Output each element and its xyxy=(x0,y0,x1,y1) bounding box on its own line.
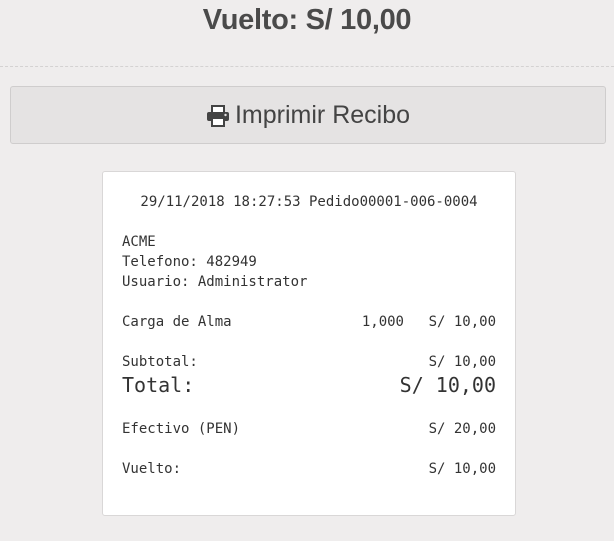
receipt-header: 29/11/2018 18:27:53 Pedido00001-006-0004 xyxy=(103,192,515,212)
receipt-item-quantity: 1,000 xyxy=(361,314,404,330)
printer-icon xyxy=(206,104,230,127)
receipt-total-label: Total: xyxy=(122,373,195,397)
receipt-subtotal-value: S/ 10,00 xyxy=(428,354,496,370)
receipt-subtotal-label: Subtotal: xyxy=(122,354,198,370)
print-receipt-button[interactable]: Imprimir Recibo xyxy=(10,86,606,144)
receipt-change-label: Vuelto: xyxy=(122,461,182,477)
receipt-payment-label: Efectivo (PEN) xyxy=(122,421,241,437)
receipt-payment-value: S/ 20,00 xyxy=(428,421,496,437)
page: Vuelto: S/ 10,00 Imprimir Recibo 29/11/2… xyxy=(0,0,614,541)
change-amount-title: Vuelto: S/ 10,00 xyxy=(202,4,412,36)
divider xyxy=(0,66,614,67)
receipt-company: ACME xyxy=(122,234,156,250)
receipt-change-value: S/ 10,00 xyxy=(428,461,496,477)
receipt-total-value: S/ 10,00 xyxy=(399,373,496,397)
receipt-datetime: 29/11/2018 18:27:53 xyxy=(140,194,301,210)
receipt-order-number: Pedido00001-006-0004 xyxy=(309,194,478,210)
print-receipt-label: Imprimir Recibo xyxy=(234,100,411,129)
receipt: 29/11/2018 18:27:53 Pedido00001-006-0004… xyxy=(102,171,516,516)
receipt-user: Usuario: Administrator xyxy=(122,274,308,290)
receipt-item-name: Carga de Alma xyxy=(122,314,232,330)
receipt-phone: Telefono: 482949 xyxy=(122,254,257,270)
receipt-item-amount: S/ 10,00 xyxy=(428,314,496,330)
